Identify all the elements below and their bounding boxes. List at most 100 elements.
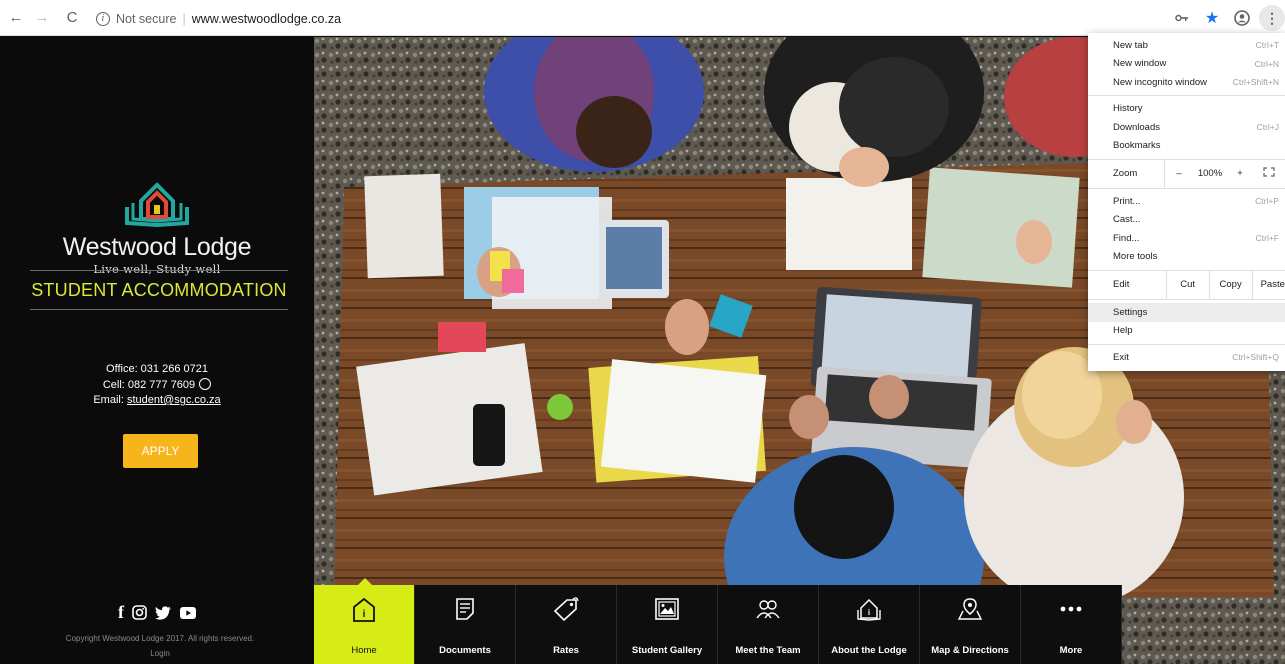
twitter-icon[interactable] (155, 602, 172, 623)
document-icon (456, 598, 474, 620)
zoom-out-button[interactable]: – (1165, 168, 1193, 179)
menu-find[interactable]: Find... Ctrl+F (1088, 229, 1285, 248)
zoom-in-button[interactable]: + (1227, 168, 1253, 179)
menu-more-tools-label: More tools (1113, 251, 1158, 263)
team-icon (756, 600, 780, 619)
whatsapp-icon[interactable] (199, 377, 212, 390)
menu-history[interactable]: History (1088, 100, 1285, 119)
menu-new-tab-label: New tab (1113, 39, 1148, 51)
menu-find-shortcut: Ctrl+F (1255, 233, 1279, 244)
bookmark-star-icon[interactable]: ★ (1199, 5, 1225, 31)
menu-new-incognito-shortcut: Ctrl+Shift+N (1232, 77, 1279, 88)
youtube-icon[interactable] (180, 602, 196, 623)
menu-new-tab[interactable]: New tab Ctrl+T (1088, 36, 1285, 55)
info-icon[interactable]: i (96, 12, 110, 26)
menu-copy[interactable]: Copy (1208, 270, 1252, 299)
email-row: Email: student@sgc.co.za (0, 393, 314, 409)
student-accommodation-heading: STUDENT ACCOMMODATION (30, 270, 288, 310)
menu-exit[interactable]: Exit Ctrl+Shift+Q (1088, 348, 1285, 367)
menu-new-window[interactable]: New window Ctrl+N (1088, 55, 1285, 74)
menu-cut[interactable]: Cut (1165, 270, 1209, 299)
security-label: Not secure (116, 12, 177, 26)
menu-help-label: Help (1113, 325, 1133, 337)
zoom-level: 100% (1197, 168, 1223, 179)
menu-divider (1088, 187, 1285, 189)
key-icon[interactable] (1169, 5, 1195, 31)
nav-documents-label: Documents (439, 645, 491, 656)
menu-print-label: Print... (1113, 195, 1141, 207)
menu-bookmarks[interactable]: Bookmarks (1088, 137, 1285, 156)
nav-about-the-lodge[interactable]: i About the Lodge (819, 585, 920, 664)
logo-emblem-icon (125, 182, 189, 228)
menu-edit-label: Edit (1113, 279, 1130, 290)
social-links: f (0, 602, 314, 623)
menu-print[interactable]: Print... Ctrl+P (1088, 192, 1285, 211)
menu-exit-label: Exit (1113, 351, 1129, 363)
nav-map-directions[interactable]: Map & Directions (920, 585, 1021, 664)
gallery-icon (655, 598, 679, 620)
menu-edit-row: Edit Cut Copy Paste (1088, 270, 1285, 299)
contact-info: Office: 031 266 0721 Cell: 082 777 7609 … (0, 362, 314, 409)
nav-documents[interactable]: Documents (415, 585, 516, 664)
lodge-icon: i (857, 598, 881, 621)
menu-zoom-label: Zoom (1113, 168, 1138, 179)
omnibox-divider: | (182, 12, 186, 26)
home-icon: i (353, 597, 375, 622)
nav-map-directions-label: Map & Directions (931, 645, 1009, 656)
nav-rates-label: Rates (553, 645, 579, 656)
price-tag-icon (553, 597, 579, 621)
menu-downloads-shortcut: Ctrl+J (1256, 122, 1279, 133)
facebook-icon[interactable]: f (118, 602, 124, 623)
copyright-text: Copyright Westwood Lodge 2017. All right… (65, 634, 255, 643)
nav-student-gallery[interactable]: Student Gallery (617, 585, 718, 664)
chrome-menu-icon[interactable]: ⋮ (1259, 5, 1285, 31)
forward-arrow-icon[interactable]: → (32, 8, 52, 28)
login-link[interactable]: Login (0, 646, 320, 661)
menu-zoom-row: Zoom – 100% + (1088, 159, 1285, 188)
toolbar-actions: ★ ⋮ (1165, 0, 1285, 36)
menu-more-tools[interactable]: More tools (1088, 248, 1285, 267)
menu-new-window-label: New window (1113, 58, 1167, 70)
copyright-footer: Copyright Westwood Lodge 2017. All right… (0, 631, 320, 661)
fullscreen-icon[interactable] (1253, 167, 1285, 180)
url-text[interactable]: www.westwoodlodge.co.za (192, 12, 341, 26)
menu-cast-label: Cast... (1113, 214, 1141, 226)
email-label: Email: (93, 394, 127, 406)
reload-icon[interactable]: C (62, 8, 82, 28)
address-bar[interactable]: i Not secure | www.westwoodlodge.co.za (96, 8, 1076, 30)
menu-divider (1088, 298, 1285, 300)
nav-home-label: Home (351, 645, 377, 656)
profile-avatar-icon[interactable] (1229, 5, 1255, 31)
menu-settings-label: Settings (1113, 306, 1148, 318)
menu-paste[interactable]: Paste (1251, 270, 1285, 299)
back-arrow-icon[interactable]: ← (6, 8, 26, 28)
nav-about-the-lodge-label: About the Lodge (831, 645, 907, 656)
cell-phone-row: Cell: 082 777 7609 (0, 377, 314, 394)
office-phone: Office: 031 266 0721 (106, 363, 208, 375)
site-logo[interactable]: Westwood Lodge Live well, Study well (0, 177, 314, 276)
email-link[interactable]: student@sgc.co.za (127, 394, 221, 406)
more-dots-icon (1060, 606, 1082, 612)
nav-meet-the-team[interactable]: Meet the Team (718, 585, 819, 664)
menu-print-shortcut: Ctrl+P (1255, 196, 1279, 207)
nav-rates[interactable]: Rates (516, 585, 617, 664)
menu-cast[interactable]: Cast... (1088, 211, 1285, 230)
zoom-control: – 100% + (1164, 159, 1285, 188)
nav-student-gallery-label: Student Gallery (631, 645, 703, 656)
menu-history-label: History (1113, 103, 1143, 115)
browser-toolbar: ← → C i Not secure | www.westwoodlodge.c… (0, 0, 1285, 36)
menu-settings[interactable]: Settings (1088, 303, 1285, 322)
nav-more[interactable]: More (1021, 585, 1122, 664)
menu-new-tab-shortcut: Ctrl+T (1255, 40, 1279, 51)
menu-downloads-label: Downloads (1113, 121, 1160, 133)
nav-home[interactable]: i Home (314, 578, 415, 664)
menu-new-incognito[interactable]: New incognito window Ctrl+Shift+N (1088, 73, 1285, 92)
nav-more-label: More (1059, 645, 1083, 656)
menu-divider (1088, 343, 1285, 345)
menu-downloads[interactable]: Downloads Ctrl+J (1088, 118, 1285, 137)
instagram-icon[interactable] (132, 602, 147, 623)
menu-help[interactable]: Help (1088, 322, 1285, 341)
apply-button[interactable]: APPLY (123, 434, 198, 468)
logo-name: Westwood Lodge (62, 233, 252, 261)
menu-new-incognito-label: New incognito window (1113, 76, 1207, 88)
